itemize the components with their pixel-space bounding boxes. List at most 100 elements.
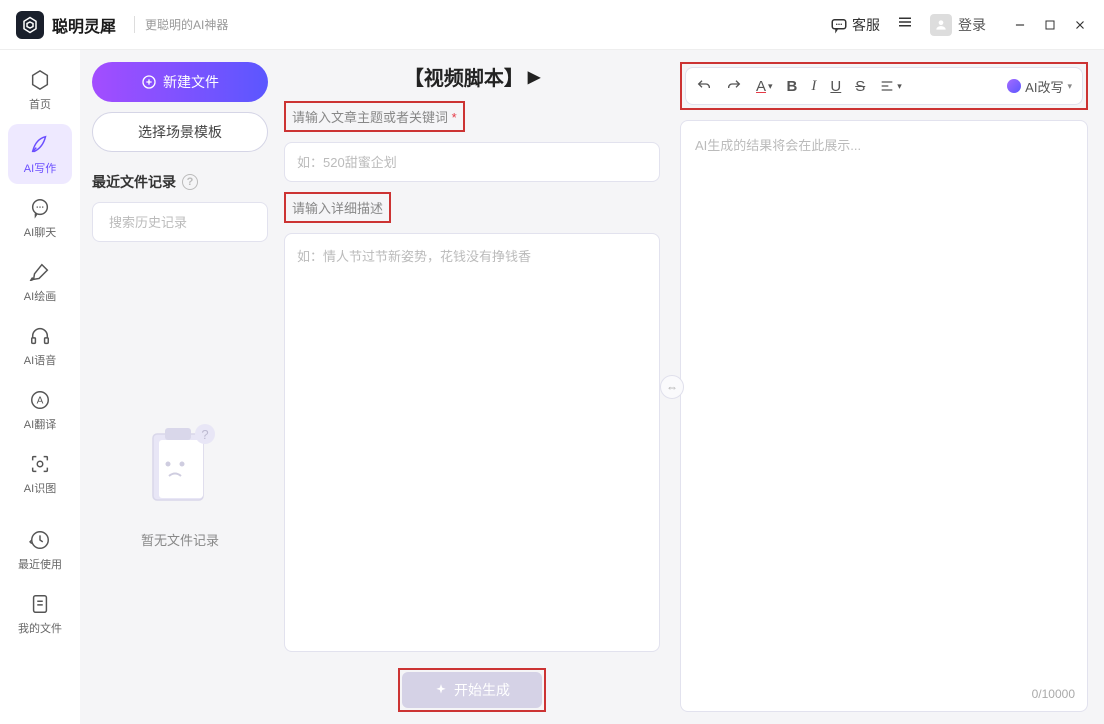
align-icon bbox=[879, 78, 895, 94]
sidebar-item-ai-translate[interactable]: A AI翻译 bbox=[8, 380, 72, 440]
scan-icon bbox=[28, 452, 52, 476]
chat-bubble-icon bbox=[830, 16, 848, 34]
close-button[interactable] bbox=[1072, 17, 1088, 33]
sidebar-label: 我的文件 bbox=[18, 620, 62, 636]
template-title-text: 【视频脚本】 bbox=[404, 62, 524, 91]
plus-circle-icon bbox=[141, 74, 157, 90]
empty-files-text: 暂无文件记录 bbox=[141, 530, 219, 549]
template-title[interactable]: 【视频脚本】 ▶ bbox=[284, 62, 660, 91]
search-history-input[interactable] bbox=[109, 215, 285, 230]
help-icon[interactable]: ? bbox=[182, 174, 198, 190]
login-button[interactable]: 登录 bbox=[930, 14, 986, 36]
format-toolbar: A▾ B I U S ▾ AI改写 ▾ bbox=[685, 67, 1083, 105]
editor-column: 【视频脚本】 ▶ 请输入文章主题或者关键词 * 请输入详细描述 开始生成 bbox=[280, 50, 672, 724]
chat-icon bbox=[28, 196, 52, 220]
pen-icon bbox=[28, 132, 52, 156]
ai-rewrite-label: AI改写 bbox=[1025, 77, 1063, 96]
app-logo-group: 聪明灵犀 更聪明的AI神器 bbox=[16, 11, 228, 39]
annotation-box: A▾ B I U S ▾ AI改写 ▾ bbox=[680, 62, 1088, 110]
svg-text:?: ? bbox=[201, 427, 208, 442]
choose-template-button[interactable]: 选择场景模板 bbox=[92, 112, 268, 152]
topic-input[interactable] bbox=[284, 142, 660, 182]
align-button[interactable]: ▾ bbox=[879, 78, 902, 94]
minimize-button[interactable] bbox=[1012, 17, 1028, 33]
annotation-box: 请输入详细描述 bbox=[284, 192, 391, 223]
sidebar-label: 最近使用 bbox=[18, 556, 62, 572]
bold-button[interactable]: B bbox=[787, 78, 798, 95]
annotation-box: 开始生成 bbox=[398, 668, 546, 712]
titlebar-actions: 客服 登录 bbox=[830, 13, 1088, 36]
empty-clipboard-icon: ? bbox=[135, 416, 225, 516]
close-icon bbox=[1073, 18, 1087, 32]
maximize-button[interactable] bbox=[1042, 17, 1058, 33]
underline-button[interactable]: U bbox=[830, 78, 841, 95]
detail-textarea[interactable] bbox=[284, 233, 660, 652]
sidebar-label: AI语音 bbox=[24, 352, 56, 368]
sidebar-item-ai-chat[interactable]: AI聊天 bbox=[8, 188, 72, 248]
sidebar-item-home[interactable]: 首页 bbox=[8, 60, 72, 120]
undo-icon bbox=[696, 78, 712, 94]
hamburger-icon bbox=[896, 13, 914, 31]
redo-icon bbox=[726, 78, 742, 94]
generate-button[interactable]: 开始生成 bbox=[402, 672, 542, 708]
output-column: A▾ B I U S ▾ AI改写 ▾ AI生成的结果将会在此展示... 0/1… bbox=[672, 50, 1104, 724]
window-controls bbox=[1012, 17, 1088, 33]
customer-service-label: 客服 bbox=[852, 15, 880, 35]
recent-files-header: 最近文件记录 ? bbox=[92, 172, 268, 192]
sidebar-label: AI翻译 bbox=[24, 416, 56, 432]
ai-rewrite-button[interactable]: AI改写 ▾ bbox=[1007, 77, 1072, 96]
app-name: 聪明灵犀 bbox=[52, 13, 116, 37]
generate-label: 开始生成 bbox=[454, 680, 510, 700]
home-icon bbox=[28, 68, 52, 92]
file-icon bbox=[28, 592, 52, 616]
minimize-icon bbox=[1013, 18, 1027, 32]
sidebar-item-recent[interactable]: 最近使用 bbox=[8, 520, 72, 580]
svg-text:A: A bbox=[37, 396, 44, 407]
sparkle-icon bbox=[434, 683, 448, 697]
menu-button[interactable] bbox=[896, 13, 914, 36]
topic-label: 请输入文章主题或者关键词 * bbox=[286, 103, 463, 130]
recent-files-label: 最近文件记录 bbox=[92, 172, 176, 192]
output-box[interactable]: AI生成的结果将会在此展示... 0/10000 bbox=[680, 120, 1088, 712]
sidebar-label: AI写作 bbox=[24, 160, 56, 176]
text-color-button[interactable]: A▾ bbox=[756, 78, 773, 95]
ai-sparkle-icon bbox=[1007, 79, 1021, 93]
headphone-icon bbox=[28, 324, 52, 348]
translate-icon: A bbox=[28, 388, 52, 412]
play-icon: ▶ bbox=[528, 67, 540, 87]
sidebar-item-ai-image-rec[interactable]: AI识图 bbox=[8, 444, 72, 504]
undo-button[interactable] bbox=[696, 78, 712, 94]
sidebar-item-my-files[interactable]: 我的文件 bbox=[8, 584, 72, 644]
new-file-label: 新建文件 bbox=[163, 72, 219, 92]
choose-template-label: 选择场景模板 bbox=[138, 124, 222, 140]
titlebar: 聪明灵犀 更聪明的AI神器 客服 登录 bbox=[0, 0, 1104, 50]
brush-icon bbox=[28, 260, 52, 284]
app-tagline: 更聪明的AI神器 bbox=[134, 16, 228, 33]
search-history-box[interactable] bbox=[92, 202, 268, 242]
customer-service-button[interactable]: 客服 bbox=[830, 15, 880, 35]
maximize-icon bbox=[1044, 19, 1056, 31]
strikethrough-button[interactable]: S bbox=[855, 78, 865, 95]
redo-button[interactable] bbox=[726, 78, 742, 94]
login-label: 登录 bbox=[958, 15, 986, 35]
sidebar-label: AI绘画 bbox=[24, 288, 56, 304]
sidebar-label: AI聊天 bbox=[24, 224, 56, 240]
files-panel: 新建文件 选择场景模板 最近文件记录 ? ? bbox=[80, 50, 280, 724]
avatar-placeholder-icon bbox=[930, 14, 952, 36]
detail-label: 请输入详细描述 bbox=[286, 194, 389, 221]
sidebar-item-ai-write[interactable]: AI写作 bbox=[8, 124, 72, 184]
italic-button[interactable]: I bbox=[811, 78, 816, 95]
output-placeholder: AI生成的结果将会在此展示... bbox=[695, 138, 861, 153]
new-file-button[interactable]: 新建文件 bbox=[92, 62, 268, 102]
app-logo-icon bbox=[16, 11, 44, 39]
sidebar: 首页 AI写作 AI聊天 AI绘画 AI语音 A AI翻译 AI识图 bbox=[0, 50, 80, 724]
column-resize-handle[interactable]: ⇔ bbox=[660, 375, 684, 399]
sidebar-label: AI识图 bbox=[24, 480, 56, 496]
sidebar-item-ai-paint[interactable]: AI绘画 bbox=[8, 252, 72, 312]
annotation-box: 请输入文章主题或者关键词 * bbox=[284, 101, 465, 132]
char-count: 0/10000 bbox=[1032, 687, 1075, 701]
sidebar-label: 首页 bbox=[29, 96, 51, 112]
sidebar-item-ai-voice[interactable]: AI语音 bbox=[8, 316, 72, 376]
empty-files-state: ? 暂无文件记录 bbox=[92, 252, 268, 712]
chevron-down-icon: ▾ bbox=[1067, 81, 1072, 92]
